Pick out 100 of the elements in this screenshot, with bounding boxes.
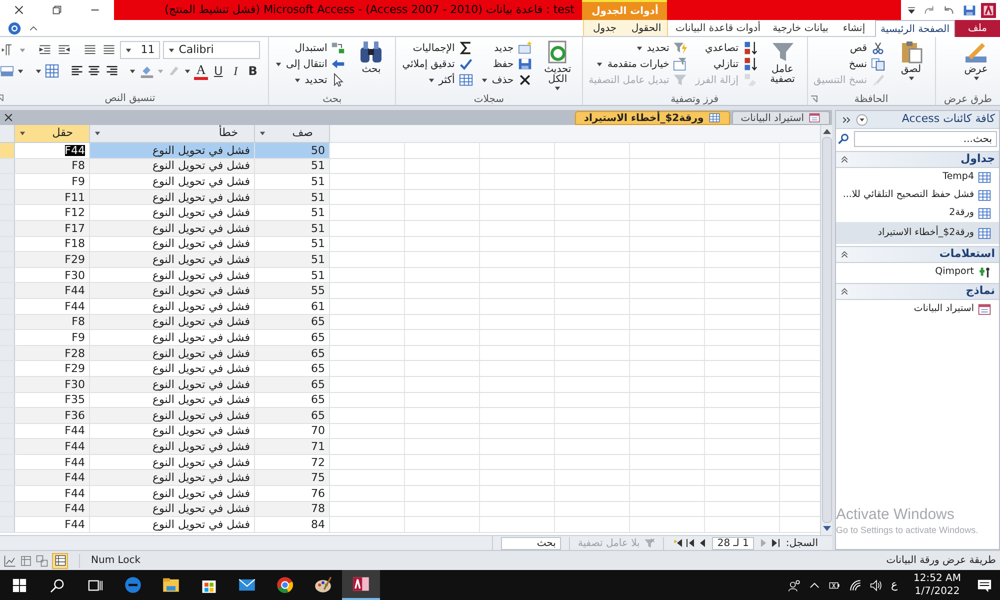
caret-up-icon [29,24,38,32]
ribbon-button[interactable]: تنازلي [693,56,759,72]
ribbon-button[interactable]: جديد [478,40,534,56]
document-tab[interactable]: استيراد البيانات [732,111,830,125]
copy-icon [871,57,885,71]
font-size-field[interactable]: 11 [120,41,160,59]
table-cell: فشل في تحويل النوع [90,408,255,423]
bullet-list-icon [102,43,116,57]
ribbon-button[interactable]: تصاعدي [693,40,759,56]
group-label: الحافظة [854,92,888,106]
ribbon-tab[interactable]: بيانات خارجية [768,20,833,37]
ribbon-button[interactable]: الإجماليات [400,40,475,56]
nav-item[interactable]: Qimport [836,263,999,281]
ribbon-tab[interactable]: الحقول [626,20,667,37]
ribbon-button[interactable]: تحديد [586,40,690,56]
group-header[interactable]: نماذج [836,283,999,300]
caret-icon [554,85,562,92]
delete-icon [518,73,532,87]
ribbon-button[interactable]: خيارات متقدمة [586,56,690,72]
table-cell: فشل في تحويل النوع [90,346,255,360]
ribbon-button[interactable]: تحديث الكل [538,40,578,92]
vertical-scrollbar[interactable] [820,125,832,535]
ribbon-button[interactable]: قص [812,40,887,56]
group-header[interactable]: جداول [836,151,999,168]
sort-icon [742,57,757,71]
dialog-launcher[interactable] [810,95,818,103]
nav-item[interactable]: ورقة2$_أخطاء الاستيراد [836,222,999,244]
table-cell: 65 [255,376,330,392]
group-label: فرز وتصفية [670,92,719,106]
taskbar-app[interactable] [342,570,380,600]
group-label: سجلات [474,92,504,106]
table-cell: F44 [15,283,90,298]
document-tab[interactable]: ورقة2$_أخطاء الاستيراد [574,111,730,125]
palette-icon [314,576,332,594]
ribbon-tab[interactable]: إنشاء [833,20,875,37]
ribbon-tab[interactable]: الصفحة الرئيسية [875,20,955,37]
help-button[interactable] [8,22,21,34]
nav-item[interactable]: ورقة2 [836,204,999,222]
group-header[interactable]: استعلامات [836,246,999,263]
text-style-button[interactable]: B [246,62,260,80]
gridlines-button[interactable] [44,62,60,80]
view-button[interactable] [4,554,17,567]
caret-icon [17,68,24,74]
ribbon-button[interactable]: عامل تصفية [762,40,803,92]
task-view-icon [88,578,102,592]
table-icon [978,226,991,240]
ribbon-button[interactable]: لصق [891,40,931,92]
ribbon-button[interactable]: استبدال [272,40,348,56]
font-name-field[interactable]: Calibri [162,41,260,59]
status-text: Num Lock [91,554,141,568]
first-record-button[interactable] [770,536,782,550]
language-indicator[interactable]: ع [890,576,898,594]
table-cell: F11 [15,190,90,204]
ribbon-button[interactable]: بحث [351,40,392,92]
form-icon [808,112,821,124]
last-record-button[interactable] [684,536,696,550]
search-field[interactable]: بحث... [854,131,997,147]
caret-icon [94,130,101,137]
ribbon-button[interactable]: حذف [478,72,534,88]
caret-icon [156,68,164,74]
column-header[interactable]: صف [255,125,330,143]
record-position-field[interactable]: 1 لـ 28 [712,536,754,550]
view-button[interactable] [52,552,68,568]
search-field[interactable]: بحث [500,536,561,550]
clipboard-icon [899,40,923,64]
funnel-icon [673,73,688,87]
chart-icon [4,554,16,566]
table-cell: F30 [15,376,90,392]
ribbon-button[interactable]: عرض [956,40,996,92]
ribbon-button[interactable]: حفظ [478,56,534,72]
caret-icon [19,130,26,137]
windows-icon [12,578,26,592]
caret-icon [259,130,266,137]
pane-menu-button[interactable] [856,114,868,126]
table-cell: 75 [255,470,330,486]
volume-icon [870,578,883,592]
text-style-button[interactable]: I [228,62,243,80]
ribbon-button[interactable]: أكثر [400,72,475,88]
ribbon-button[interactable]: انتقال إلى [272,56,348,72]
caret-icon [34,68,42,74]
ribbon-tab[interactable]: ملف [955,20,1000,37]
nav-item[interactable]: فشل حفظ التصحيح التلقائي للا... [836,186,999,204]
caret-icon [972,75,980,82]
ribbon-button[interactable]: نسخ [812,56,887,72]
text-style-button[interactable]: U [211,62,226,80]
nav-item[interactable]: استيراد البيانات [836,300,999,318]
arrow-icon [331,57,346,71]
column-header[interactable]: خطأ [90,125,255,143]
new-record-button[interactable] [672,536,684,550]
nav-item[interactable]: Temp4 [836,168,999,186]
column-header[interactable]: حقل [15,125,90,143]
clock[interactable]: 12:52 AM 1/7/2022 [906,572,969,598]
font-color-button[interactable]: A [194,62,208,80]
double-chevron-icon [842,114,852,124]
record-label: السجل: [784,536,818,550]
ribbon-button[interactable]: تحديد [272,72,348,88]
ribbon-tab[interactable]: جدول [584,20,626,37]
ribbon-tab[interactable]: أدوات قاعدة البيانات [668,20,768,37]
undo-icon [943,4,955,16]
ribbon-button[interactable]: تدقيق إملائي [400,56,475,72]
